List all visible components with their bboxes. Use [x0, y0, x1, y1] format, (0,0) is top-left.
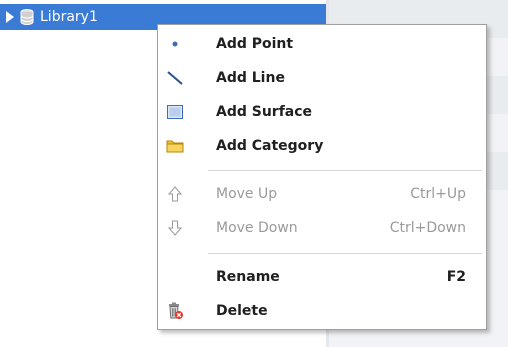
trash-delete-icon: [166, 302, 184, 320]
arrow-down-icon: [166, 219, 184, 237]
context-menu: Add Point Add Line Add Surface Add Categ…: [157, 24, 487, 330]
point-icon: [166, 35, 184, 53]
menu-item-add-point[interactable]: Add Point: [158, 27, 486, 61]
menu-item-label: Add Surface: [216, 104, 313, 120]
menu-item-shortcut: F2: [446, 269, 466, 285]
menu-item-shortcut: Ctrl+Up: [410, 186, 466, 202]
line-icon: [166, 69, 184, 87]
surface-icon: [166, 103, 184, 121]
menu-item-rename[interactable]: Rename F2: [158, 260, 486, 294]
expand-arrow-icon[interactable]: [6, 11, 14, 23]
menu-item-label: Move Up: [216, 186, 278, 202]
arrow-up-icon: [166, 185, 184, 203]
tree-node-label: Library1: [40, 9, 98, 25]
menu-item-label: Add Category: [216, 138, 324, 154]
tree-node-library[interactable]: Library1: [6, 4, 98, 30]
menu-item-shortcut: Ctrl+Down: [389, 220, 466, 236]
menu-item-label: Add Line: [216, 70, 285, 86]
menu-item-add-category[interactable]: Add Category: [158, 129, 486, 163]
menu-item-add-surface[interactable]: Add Surface: [158, 95, 486, 129]
menu-item-label: Rename: [216, 269, 280, 285]
menu-item-label: Add Point: [216, 36, 294, 52]
folder-icon: [166, 137, 184, 155]
application-canvas: Library1 Add Point Add Line Add Surface …: [0, 0, 508, 347]
menu-separator: [208, 253, 482, 254]
menu-item-delete[interactable]: Delete: [158, 294, 486, 328]
menu-item-move-down[interactable]: Move Down Ctrl+Down: [158, 211, 486, 245]
menu-item-move-up[interactable]: Move Up Ctrl+Up: [158, 177, 486, 211]
database-icon: [20, 9, 34, 25]
menu-item-label: Move Down: [216, 220, 298, 236]
menu-separator: [208, 170, 482, 171]
menu-item-add-line[interactable]: Add Line: [158, 61, 486, 95]
menu-item-label: Delete: [216, 303, 268, 319]
